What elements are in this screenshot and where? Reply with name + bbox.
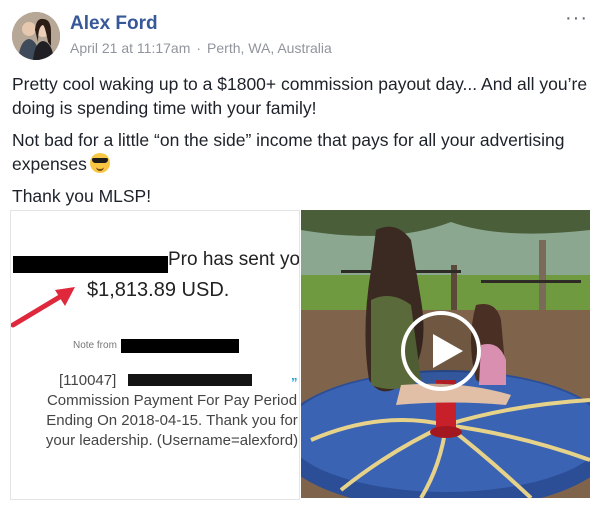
video-thumbnail[interactable] bbox=[301, 210, 590, 498]
memo-line: Commission Payment For Pay Period bbox=[46, 392, 298, 409]
post-paragraph: Pretty cool waking up to a $1800+ commis… bbox=[12, 74, 588, 118]
memo-line: your leadership. (Username=alexford) bbox=[45, 432, 299, 449]
post-paragraph: Thank you MLSP! bbox=[12, 186, 152, 206]
more-options-button[interactable]: ··· bbox=[565, 8, 588, 28]
redaction-bar bbox=[128, 374, 252, 386]
post-paragraph: Not bad for a little “on the side” incom… bbox=[12, 128, 592, 176]
note-from-label: Note from bbox=[73, 340, 117, 351]
redaction-bar bbox=[13, 256, 168, 273]
avatar[interactable] bbox=[12, 12, 60, 60]
avatar-photo bbox=[12, 12, 60, 60]
meta-separator: · bbox=[196, 40, 202, 56]
memo-line: Ending On 2018-04-15. Thank you for bbox=[46, 412, 298, 429]
redaction-bar bbox=[121, 339, 239, 353]
post-timestamp[interactable]: April 21 at 11:17am bbox=[70, 40, 190, 56]
quote-mark-icon: ” bbox=[291, 375, 298, 390]
receipt-sent-text: Pro has sent you bbox=[168, 249, 300, 270]
receipt-amount: $1,813.89 USD. bbox=[87, 279, 230, 301]
sunglasses-emoji-icon bbox=[89, 153, 110, 173]
author-name[interactable]: Alex Ford bbox=[70, 13, 158, 35]
post-location[interactable]: Perth, WA, Australia bbox=[207, 40, 332, 56]
post-meta: April 21 at 11:17am · Perth, WA, Austral… bbox=[70, 40, 332, 56]
receipt-image[interactable]: Pro has sent you $1,813.89 USD. Note fro… bbox=[10, 210, 300, 500]
post-body: Pretty cool waking up to a $1800+ commis… bbox=[12, 72, 592, 216]
play-icon[interactable] bbox=[401, 311, 481, 391]
red-arrow-icon bbox=[11, 287, 75, 328]
